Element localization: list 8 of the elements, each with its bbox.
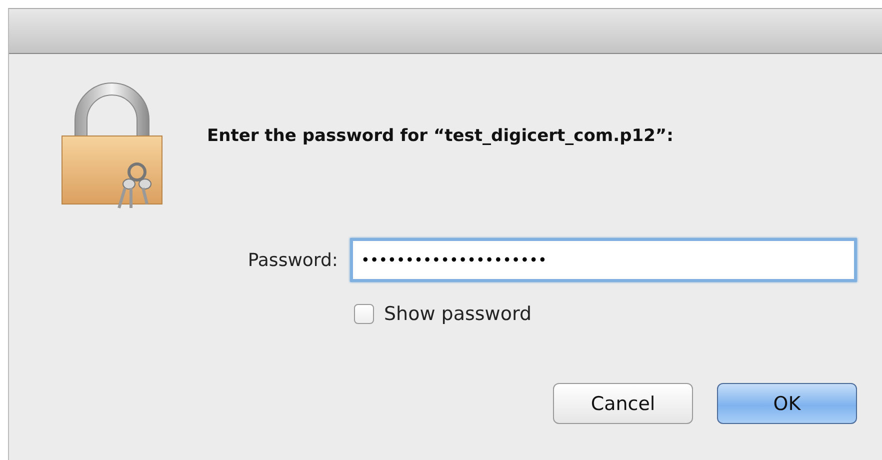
password-label: Password: (246, 250, 338, 270)
show-password-checkbox[interactable] (354, 304, 374, 324)
password-field[interactable]: ••••••••••••••••••••• (350, 238, 857, 282)
ok-button[interactable]: OK (717, 383, 857, 424)
show-password-label: Show password (384, 303, 532, 325)
cancel-button[interactable]: Cancel (553, 383, 693, 424)
dialog-message: Enter the password for “test_digicert_com.p12”: (207, 126, 674, 146)
padlock-keys-icon (59, 80, 165, 210)
